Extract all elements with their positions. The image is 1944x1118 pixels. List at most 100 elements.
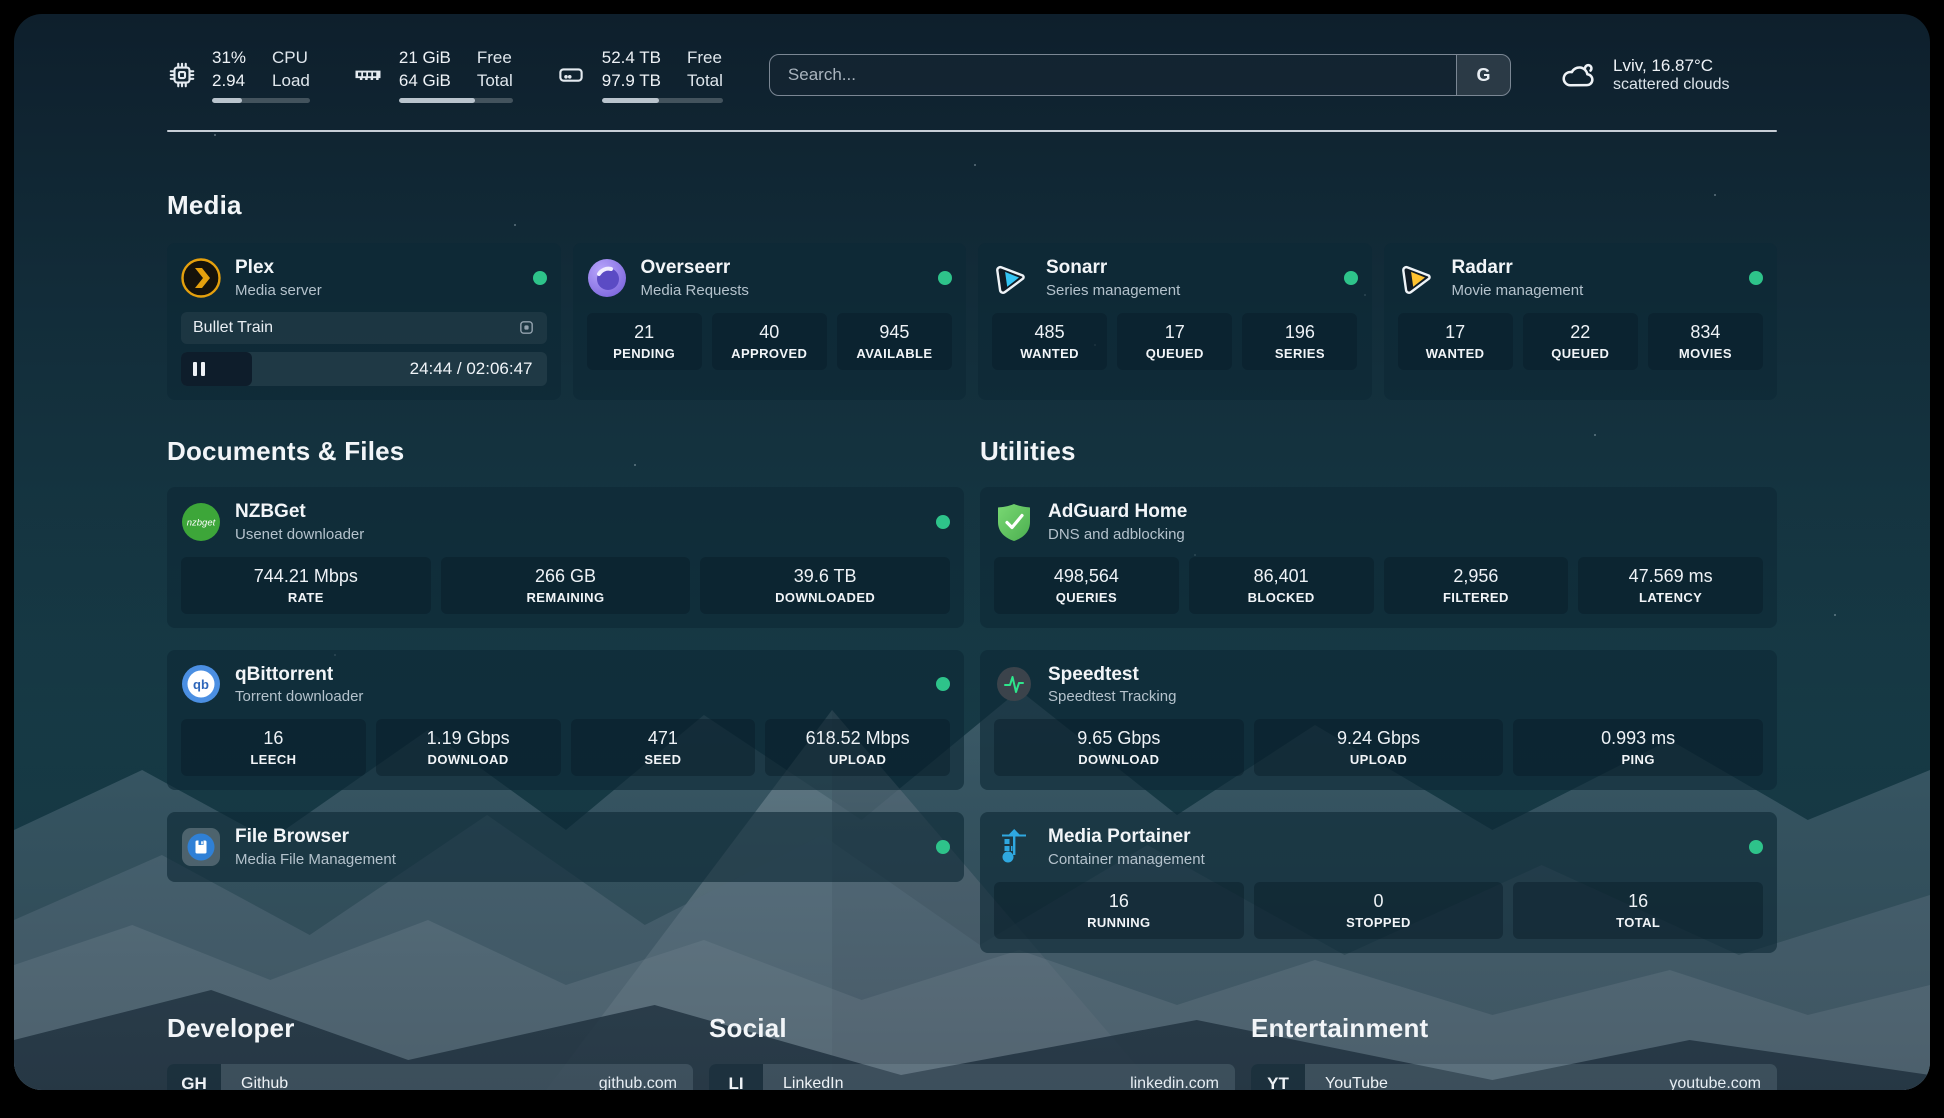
cpu-usage-value: 31% xyxy=(212,47,246,70)
app-name: AdGuard Home xyxy=(1048,501,1187,524)
bookmark-name: YouTube xyxy=(1305,1064,1408,1090)
plex-now-playing-row: Bullet Train xyxy=(181,312,547,344)
app-description: Media server xyxy=(235,282,322,299)
bookmark-abbr: GH xyxy=(167,1064,221,1090)
search-engine-button[interactable]: G xyxy=(1456,55,1510,95)
app-description: Series management xyxy=(1046,282,1180,299)
memory-total-label: Total xyxy=(477,70,513,93)
qbittorrent-icon: qb xyxy=(181,664,221,704)
bookmark-abbr: YT xyxy=(1251,1064,1305,1090)
status-dot xyxy=(1344,271,1358,285)
app-description: Media File Management xyxy=(235,851,396,868)
memory-icon xyxy=(352,60,384,90)
stat-blocked: 86,401 BLOCKED xyxy=(1189,557,1374,614)
status-dot xyxy=(533,271,547,285)
memory-free-label: Free xyxy=(477,47,513,70)
app-description: Movie management xyxy=(1452,282,1584,299)
stat-ping: 0.993 ms PING xyxy=(1513,719,1763,776)
search-input[interactable] xyxy=(770,55,1456,95)
app-name: Speedtest xyxy=(1048,664,1176,687)
bookmark-linkedin[interactable]: LI LinkedIn linkedin.com xyxy=(709,1064,1235,1090)
app-name: Radarr xyxy=(1452,257,1584,280)
filebrowser-card[interactable]: File Browser Media File Management xyxy=(167,812,964,882)
radarr-icon xyxy=(1398,258,1438,298)
app-description: Container management xyxy=(1048,851,1205,868)
section-title-entertainment: Entertainment xyxy=(1251,1013,1777,1044)
overseerr-card[interactable]: Overseerr Media Requests 21 PENDING 40 A… xyxy=(573,243,967,400)
filebrowser-icon xyxy=(181,827,221,867)
section-title-utilities: Utilities xyxy=(980,436,1777,467)
qbittorrent-card[interactable]: qb qBittorrent Torrent downloader xyxy=(167,650,964,791)
app-name: File Browser xyxy=(235,826,396,849)
plex-card[interactable]: Plex Media server Bullet Train xyxy=(167,243,561,400)
stat-series: 196 SERIES xyxy=(1242,313,1357,370)
cpu-load-label: Load xyxy=(272,70,310,93)
status-dot xyxy=(1749,840,1763,854)
stat-queued: 22 QUEUED xyxy=(1523,313,1638,370)
status-dot xyxy=(936,840,950,854)
stat-movies: 834 MOVIES xyxy=(1648,313,1763,370)
disk-total-value: 97.9 TB xyxy=(602,70,661,93)
status-dot xyxy=(1749,271,1763,285)
stat-leech: 16 LEECH xyxy=(181,719,366,776)
radarr-card[interactable]: Radarr Movie management 17 WANTED 22 QUE… xyxy=(1384,243,1778,400)
stat-downloaded: 39.6 TB DOWNLOADED xyxy=(700,557,950,614)
app-description: Torrent downloader xyxy=(235,688,363,705)
app-name: Overseerr xyxy=(641,257,749,280)
stat-total: 16 TOTAL xyxy=(1513,882,1763,939)
nzbget-icon: nzbget xyxy=(181,502,221,542)
app-name: Plex xyxy=(235,257,322,280)
sonarr-icon xyxy=(992,258,1032,298)
speedtest-card[interactable]: Speedtest Speedtest Tracking 9.65 Gbps D… xyxy=(980,650,1777,791)
bookmark-group-entertainment: Entertainment YT YouTube youtube.com NF … xyxy=(1251,1013,1777,1090)
stat-queries: 498,564 QUERIES xyxy=(994,557,1179,614)
adguard-icon xyxy=(994,502,1034,542)
stat-upload: 9.24 Gbps UPLOAD xyxy=(1254,719,1504,776)
app-name: NZBGet xyxy=(235,501,364,524)
cpu-stat-widget: 31% 2.94 CPU Load xyxy=(167,47,310,104)
stat-download: 1.19 Gbps DOWNLOAD xyxy=(376,719,561,776)
status-dot xyxy=(936,515,950,529)
bookmark-name: LinkedIn xyxy=(763,1064,864,1090)
cpu-load-value: 2.94 xyxy=(212,70,246,93)
search-bar: G xyxy=(769,54,1511,96)
disk-free-label: Free xyxy=(687,47,723,70)
bookmark-group-social: Social LI LinkedIn linkedin.com TW Twitt… xyxy=(709,1013,1235,1090)
adguard-card[interactable]: AdGuard Home DNS and adblocking 498,564 … xyxy=(980,487,1777,628)
stat-remaining: 266 GB REMAINING xyxy=(441,557,691,614)
section-title-developer: Developer xyxy=(167,1013,693,1044)
speedtest-icon xyxy=(994,664,1034,704)
stat-seed: 471 SEED xyxy=(571,719,756,776)
status-dot xyxy=(936,677,950,691)
stat-running: 16 RUNNING xyxy=(994,882,1244,939)
app-name: Media Portainer xyxy=(1048,826,1205,849)
svg-text:nzbget: nzbget xyxy=(187,517,216,528)
disk-progress-bar xyxy=(602,98,723,103)
playback-time: 24:44 / 02:06:47 xyxy=(410,359,547,379)
stat-wanted: 485 WANTED xyxy=(992,313,1107,370)
stat-approved: 40 APPROVED xyxy=(712,313,827,370)
stat-available: 945 AVAILABLE xyxy=(837,313,952,370)
media-cards-grid: Plex Media server Bullet Train xyxy=(167,243,1777,400)
app-description: Media Requests xyxy=(641,282,749,299)
bookmark-group-developer: Developer GH Github github.com SO StackO… xyxy=(167,1013,693,1090)
sonarr-card[interactable]: Sonarr Series management 485 WANTED 17 Q… xyxy=(978,243,1372,400)
pause-icon[interactable] xyxy=(193,362,205,376)
nzbget-card[interactable]: nzbget NZBGet Usenet downloader 74 xyxy=(167,487,964,628)
stat-download: 9.65 Gbps DOWNLOAD xyxy=(994,719,1244,776)
bookmark-youtube[interactable]: YT YouTube youtube.com xyxy=(1251,1064,1777,1090)
utilities-column: Utilities xyxy=(980,436,1777,953)
app-description: DNS and adblocking xyxy=(1048,526,1187,543)
bookmark-github[interactable]: GH Github github.com xyxy=(167,1064,693,1090)
plex-progress-bar[interactable]: 24:44 / 02:06:47 xyxy=(181,352,547,386)
bookmark-domain: youtube.com xyxy=(1669,1064,1777,1090)
section-title-media: Media xyxy=(167,190,1777,221)
stat-queued: 17 QUEUED xyxy=(1117,313,1232,370)
app-description: Speedtest Tracking xyxy=(1048,688,1176,705)
portainer-card[interactable]: Media Portainer Container management 16 … xyxy=(980,812,1777,953)
weather-condition: scattered clouds xyxy=(1613,76,1730,94)
dashboard-screen: 31% 2.94 CPU Load xyxy=(14,14,1930,1090)
stat-wanted: 17 WANTED xyxy=(1398,313,1513,370)
portainer-icon xyxy=(994,827,1034,867)
top-bar: 31% 2.94 CPU Load xyxy=(167,44,1777,106)
